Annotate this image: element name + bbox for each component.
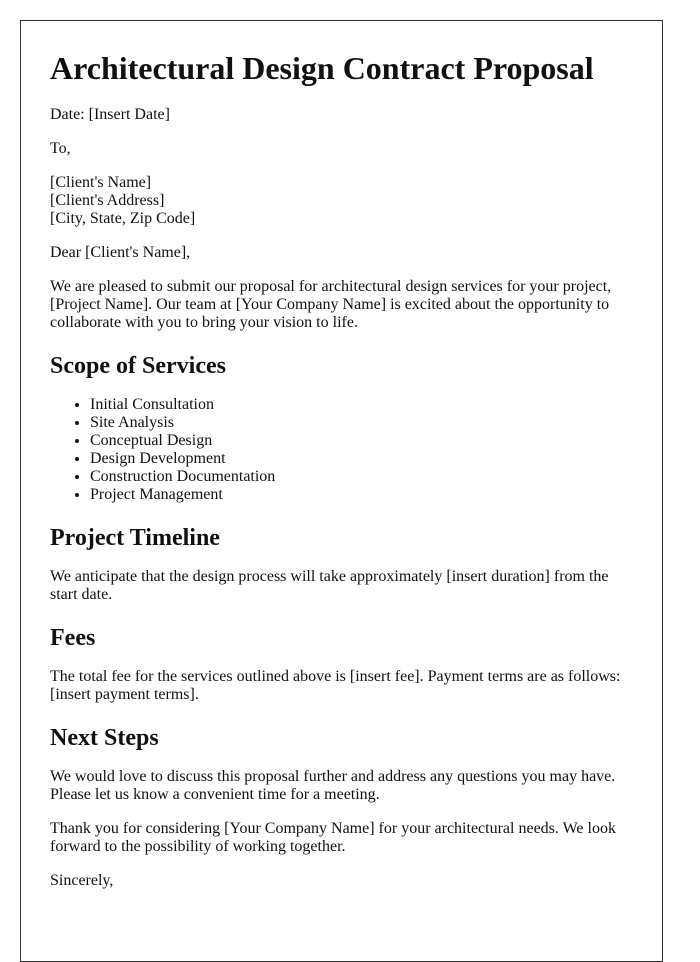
list-item: Conceptual Design [90,432,633,450]
recipient-name: [Client's Name] [50,174,152,191]
salutation: Dear [Client's Name], [50,244,191,261]
sign-off: Sincerely, [50,872,114,889]
next-steps-heading: Next Steps [50,725,159,751]
list-item: Construction Documentation [90,468,633,486]
timeline-heading: Project Timeline [50,525,220,551]
closing-paragraph: Thank you for considering [Your Company … [50,820,616,855]
next-steps-paragraph: We would love to discuss this proposal f… [50,768,616,803]
document-title: Architectural Design Contract Proposal [50,50,594,86]
date-line: Date: [Insert Date] [50,106,170,123]
list-item: Project Management [90,486,633,504]
list-item: Design Development [90,450,633,468]
fees-heading: Fees [50,625,96,651]
scope-list: Initial Consultation Site Analysis Conce… [50,396,633,504]
list-item: Initial Consultation [90,396,633,414]
letter-container: Architectural Design Contract Proposal D… [20,20,663,962]
recipient-city-state-zip: [City, State, Zip Code] [50,210,196,227]
intro-paragraph: We are pleased to submit our proposal fo… [50,278,612,331]
recipient-address-block: [Client's Name] [Client's Address] [City… [50,174,633,228]
list-item: Site Analysis [90,414,633,432]
fees-paragraph: The total fee for the services outlined … [50,668,621,703]
to-line: To, [50,140,71,157]
scope-heading: Scope of Services [50,353,226,379]
timeline-paragraph: We anticipate that the design process wi… [50,568,609,603]
recipient-address: [Client's Address] [50,192,165,209]
